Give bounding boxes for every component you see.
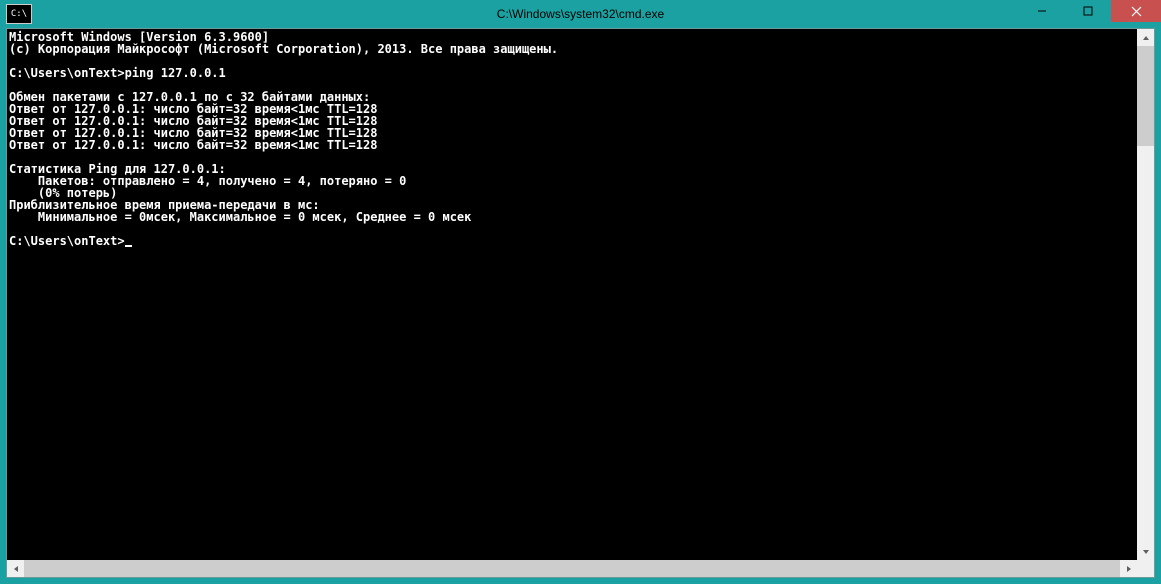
close-button[interactable] [1111,0,1161,22]
horizontal-scroll-track[interactable] [24,560,1120,577]
scroll-left-arrow-icon[interactable] [7,560,24,577]
client-area: Microsoft Windows [Version 6.3.9600] (c)… [6,28,1155,578]
app-icon-glyph: C:\ [11,10,27,19]
horizontal-scrollbar[interactable] [7,560,1154,577]
app-icon: C:\ [6,4,32,24]
vertical-scrollbar[interactable] [1137,29,1154,560]
scroll-up-arrow-icon[interactable] [1137,29,1154,46]
cmd-window: C:\ C:\Windows\system32\cmd.exe Microsof… [0,0,1161,584]
text-cursor [125,245,132,247]
titlebar[interactable]: C:\ C:\Windows\system32\cmd.exe [0,0,1161,28]
maximize-button[interactable] [1065,0,1111,22]
scroll-down-arrow-icon[interactable] [1137,543,1154,560]
vertical-scroll-thumb[interactable] [1137,46,1154,146]
minimize-icon [1037,6,1047,16]
maximize-icon [1083,6,1093,16]
size-grip[interactable] [1137,560,1154,577]
close-icon [1131,6,1142,17]
minimize-button[interactable] [1019,0,1065,22]
console-output[interactable]: Microsoft Windows [Version 6.3.9600] (c)… [7,29,1137,560]
horizontal-scroll-thumb[interactable] [24,560,1120,577]
titlebar-buttons [1019,0,1161,22]
scroll-right-arrow-icon[interactable] [1120,560,1137,577]
window-title: C:\Windows\system32\cmd.exe [497,7,664,21]
console-viewport: Microsoft Windows [Version 6.3.9600] (c)… [7,29,1154,560]
